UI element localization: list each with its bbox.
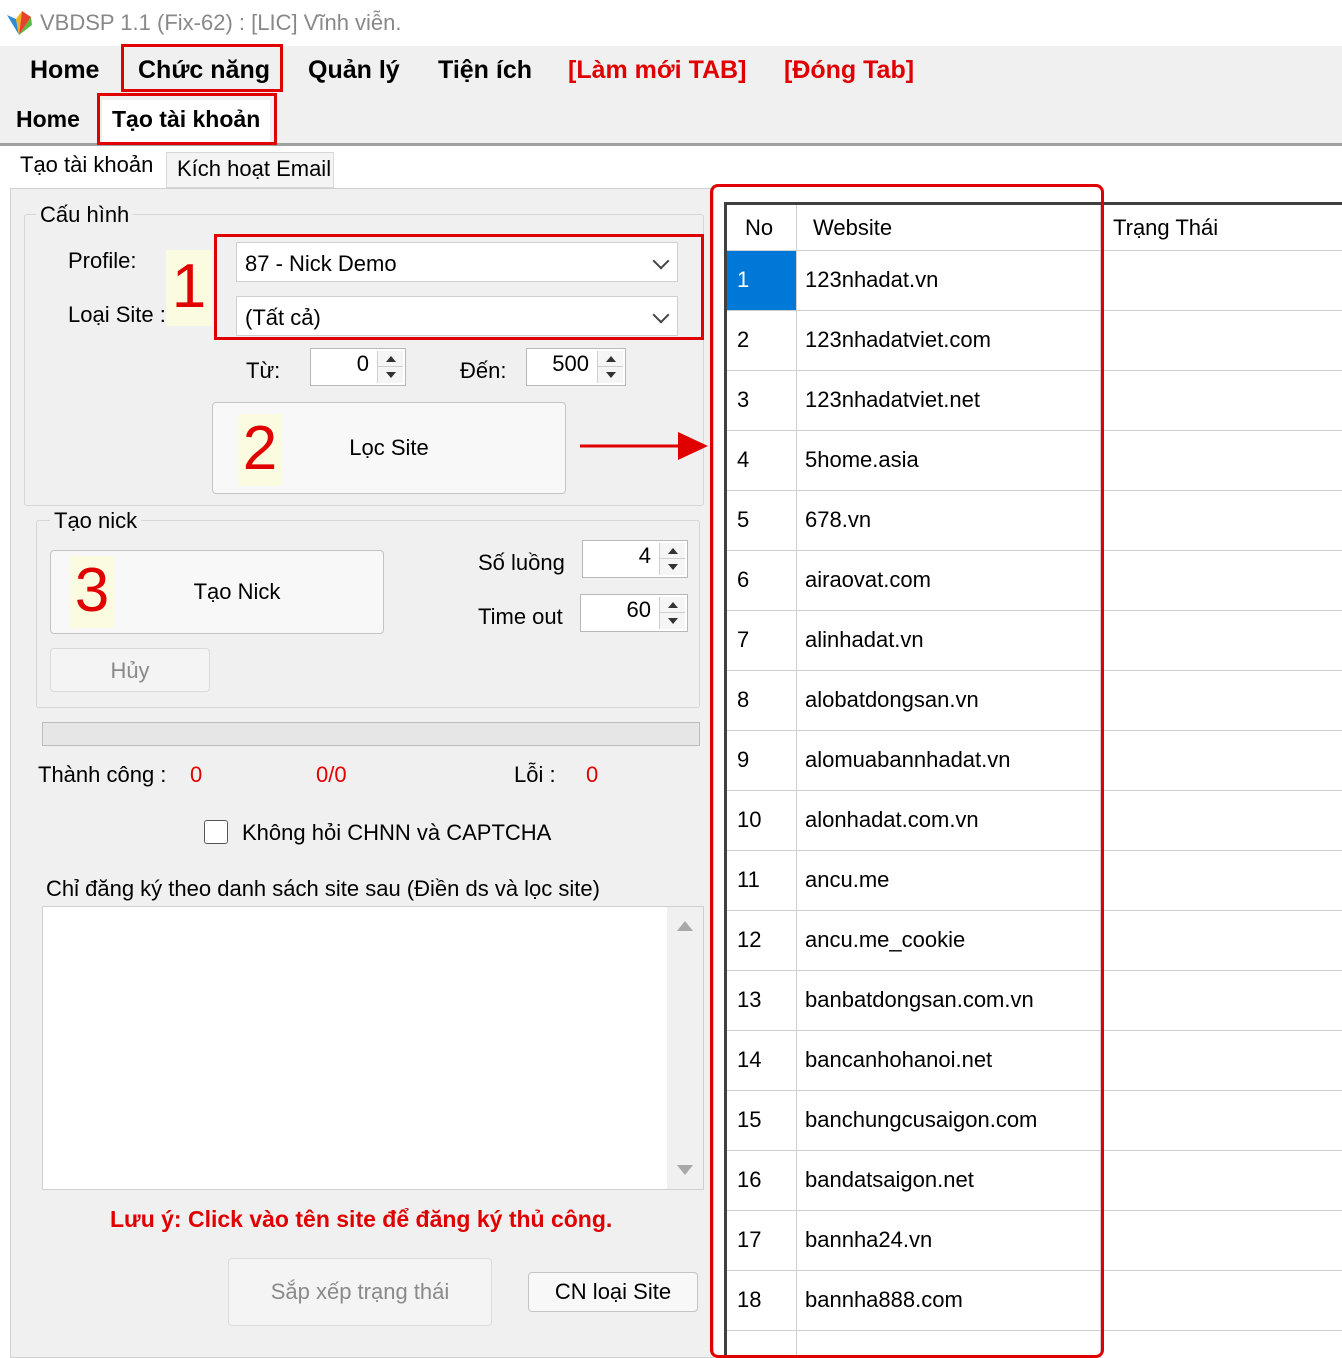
from-value: 0 [356, 351, 369, 376]
sort-status-button[interactable]: Sắp xếp trạng thái [228, 1258, 492, 1326]
title-bar: VBDSP 1.1 (Fix-62) : [LIC] Vĩnh viễn. [0, 0, 1342, 46]
row-status [1101, 1031, 1342, 1090]
doctab-home[interactable]: Home [6, 100, 90, 144]
site-list-label: Chỉ đăng ký theo danh sách site sau (Điề… [46, 876, 600, 901]
window-title: VBDSP 1.1 (Fix-62) : [LIC] Vĩnh viễn. [40, 10, 402, 35]
tab-create-account[interactable]: Tạo tài khoản [10, 148, 166, 188]
highlight-step-1 [214, 234, 704, 340]
highlight-site-list [710, 184, 1104, 1358]
highlight-menu-functions [121, 44, 283, 92]
captcha-checkbox-label[interactable]: Không hỏi CHNN và CAPTCHA [242, 820, 551, 846]
config-legend: Cấu hình [36, 202, 134, 228]
row-status [1101, 1151, 1342, 1210]
spin-down-icon[interactable] [378, 367, 403, 383]
scroll-up-icon[interactable] [677, 921, 693, 931]
row-status [1101, 791, 1342, 850]
from-label: Từ: [246, 358, 281, 383]
threads-value: 4 [638, 543, 651, 568]
success-count: 0 [190, 762, 203, 787]
site-list-scrollbar[interactable] [667, 907, 703, 1189]
filter-site-label: Lọc Site [349, 435, 429, 460]
site-type-label: Loại Site : [68, 302, 166, 327]
from-stepper[interactable]: 0 [310, 348, 406, 386]
error-count: 0 [586, 762, 599, 787]
step-2-badge: 2 [238, 414, 282, 486]
spin-down-icon[interactable] [660, 613, 685, 629]
menu-home[interactable]: Home [30, 56, 99, 85]
row-status [1101, 911, 1342, 970]
step-1-badge: 1 [166, 250, 212, 326]
note-text: Lưu ý: Click vào tên site để đăng ký thủ… [110, 1206, 613, 1232]
timeout-value: 60 [626, 597, 651, 622]
tab-activate-email[interactable]: Kích hoạt Email [166, 152, 334, 188]
row-status [1101, 551, 1342, 610]
update-site-type-button[interactable]: CN loại Site [528, 1272, 698, 1312]
to-value: 500 [552, 351, 589, 376]
row-status [1101, 1091, 1342, 1150]
progress-bar [42, 722, 700, 746]
menu-close-tab[interactable]: [Đóng Tab] [784, 56, 914, 85]
row-status [1101, 1211, 1342, 1270]
column-header-status[interactable]: Trạng Thái [1101, 205, 1342, 250]
row-status [1101, 491, 1342, 550]
spin-up-icon[interactable] [598, 351, 623, 367]
progress-count: 0/0 [316, 762, 347, 787]
profile-label: Profile: [68, 248, 137, 273]
row-status [1101, 611, 1342, 670]
spin-up-icon[interactable] [660, 597, 685, 613]
highlight-doctab-create [97, 93, 277, 145]
menu-manage[interactable]: Quản lý [308, 56, 400, 85]
row-status [1101, 731, 1342, 790]
row-status [1101, 1271, 1342, 1330]
timeout-label: Time out [478, 604, 563, 629]
row-status [1101, 251, 1342, 310]
row-status [1101, 371, 1342, 430]
step-3-badge: 3 [70, 556, 114, 628]
cancel-button[interactable]: Hủy [50, 648, 210, 692]
to-stepper[interactable]: 500 [526, 348, 626, 386]
captcha-checkbox[interactable] [204, 820, 228, 844]
menu-refresh-tab[interactable]: [Làm mới TAB] [568, 56, 746, 85]
row-status [1101, 851, 1342, 910]
timeout-stepper[interactable]: 60 [580, 594, 688, 632]
row-status [1101, 671, 1342, 730]
create-nick-label: Tạo Nick [193, 579, 281, 604]
spin-up-icon[interactable] [660, 543, 685, 559]
app-logo-icon [7, 11, 32, 35]
spin-up-icon[interactable] [378, 351, 403, 367]
error-label: Lỗi : [514, 762, 556, 787]
row-status [1101, 431, 1342, 490]
row-status [1101, 971, 1342, 1030]
site-list-textarea[interactable] [42, 906, 704, 1190]
spin-down-icon[interactable] [660, 559, 685, 575]
arrow-right-icon [580, 432, 708, 460]
row-status [1101, 1331, 1342, 1358]
row-status [1101, 311, 1342, 370]
success-label: Thành công : [38, 762, 167, 787]
to-label: Đến: [460, 358, 507, 383]
spin-down-icon[interactable] [598, 367, 623, 383]
scroll-down-icon[interactable] [677, 1165, 693, 1175]
threads-label: Số luồng [478, 550, 565, 575]
menu-utilities[interactable]: Tiện ích [438, 56, 532, 85]
create-nick-legend: Tạo nick [50, 508, 142, 534]
threads-stepper[interactable]: 4 [582, 540, 688, 578]
